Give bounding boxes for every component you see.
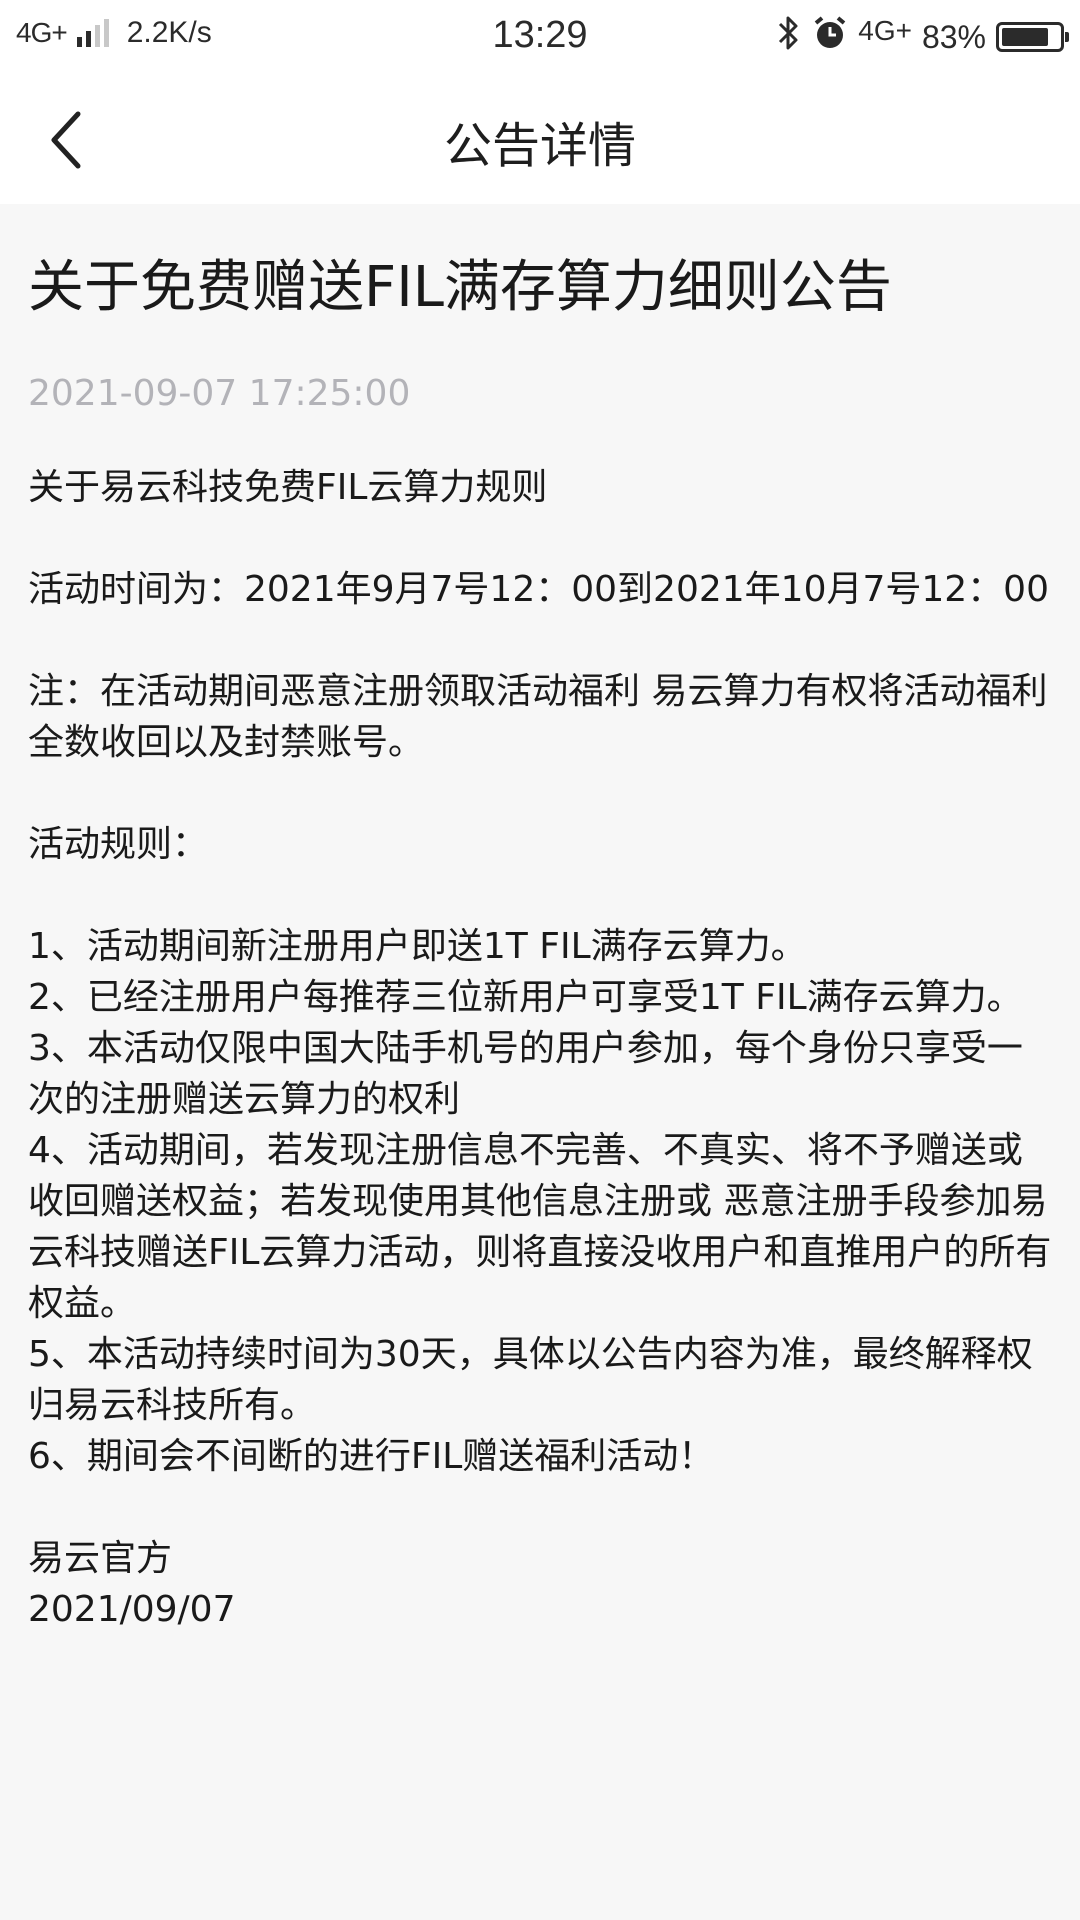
battery-fill	[1002, 28, 1048, 46]
publish-datetime: 2021-09-07 17:25:00	[28, 373, 411, 414]
nav-bar: 公告详情	[0, 76, 1080, 204]
announcement-body: 关于易云科技免费FIL云算力规则 活动时间为：2021年9月7号12：00到20…	[28, 462, 1058, 1635]
status-bar: 4G+ 2.2K/s 13:29 4G+ 83%	[0, 0, 1080, 76]
signature-date: 2021/09/07	[28, 1589, 236, 1630]
rule-item: 5、本活动持续时间为30天，具体以公告内容为准，最终解释权归易云科技所有。	[28, 1334, 1033, 1426]
rule-item: 3、本活动仅限中国大陆手机号的用户参加，每个身份只享受一次的注册赠送云算力的权利	[28, 1028, 1023, 1120]
page-title: 公告详情	[443, 118, 636, 174]
intro-paragraph: 关于易云科技免费FIL云算力规则	[28, 467, 548, 508]
period-paragraph: 活动时间为：2021年9月7号12：00到2021年10月7号12：00	[28, 569, 1049, 610]
rule-item: 1、活动期间新注册用户即送1T FIL满存云算力。	[28, 926, 807, 967]
network-type-2: 4G+	[858, 15, 912, 46]
battery-percent: 83%	[921, 18, 986, 55]
rule-item: 6、期间会不间断的进行FIL赠送福利活动！	[28, 1436, 715, 1477]
battery-icon	[996, 22, 1069, 52]
bluetooth-icon	[776, 14, 802, 60]
announcement-content: 关于免费赠送FIL满存算力细则公告 2021-09-07 17:25:00 关于…	[28, 204, 1058, 1635]
signature-block: 易云官方 2021/09/07	[28, 1533, 1058, 1635]
rule-item: 2、已经注册用户每推荐三位新用户可享受1T FIL满存云算力。	[28, 977, 1023, 1018]
rule-item: 4、活动期间，若发现注册信息不完善、不真实、将不予赠送或收回赠送权益；若发现使用…	[28, 1130, 1052, 1324]
note-paragraph: 注：在活动期间恶意注册领取活动福利 易云算力有权将活动福利全数收回以及封禁账号。	[28, 671, 1048, 763]
status-right: 4G+ 83%	[776, 14, 1069, 60]
rules-list: 1、活动期间新注册用户即送1T FIL满存云算力。 2、已经注册用户每推荐三位新…	[28, 921, 1058, 1482]
alarm-icon	[812, 15, 848, 59]
signature: 易云官方	[28, 1538, 173, 1579]
rules-heading: 活动规则：	[28, 824, 209, 865]
announcement-title: 关于免费赠送FIL满存算力细则公告	[28, 255, 892, 320]
